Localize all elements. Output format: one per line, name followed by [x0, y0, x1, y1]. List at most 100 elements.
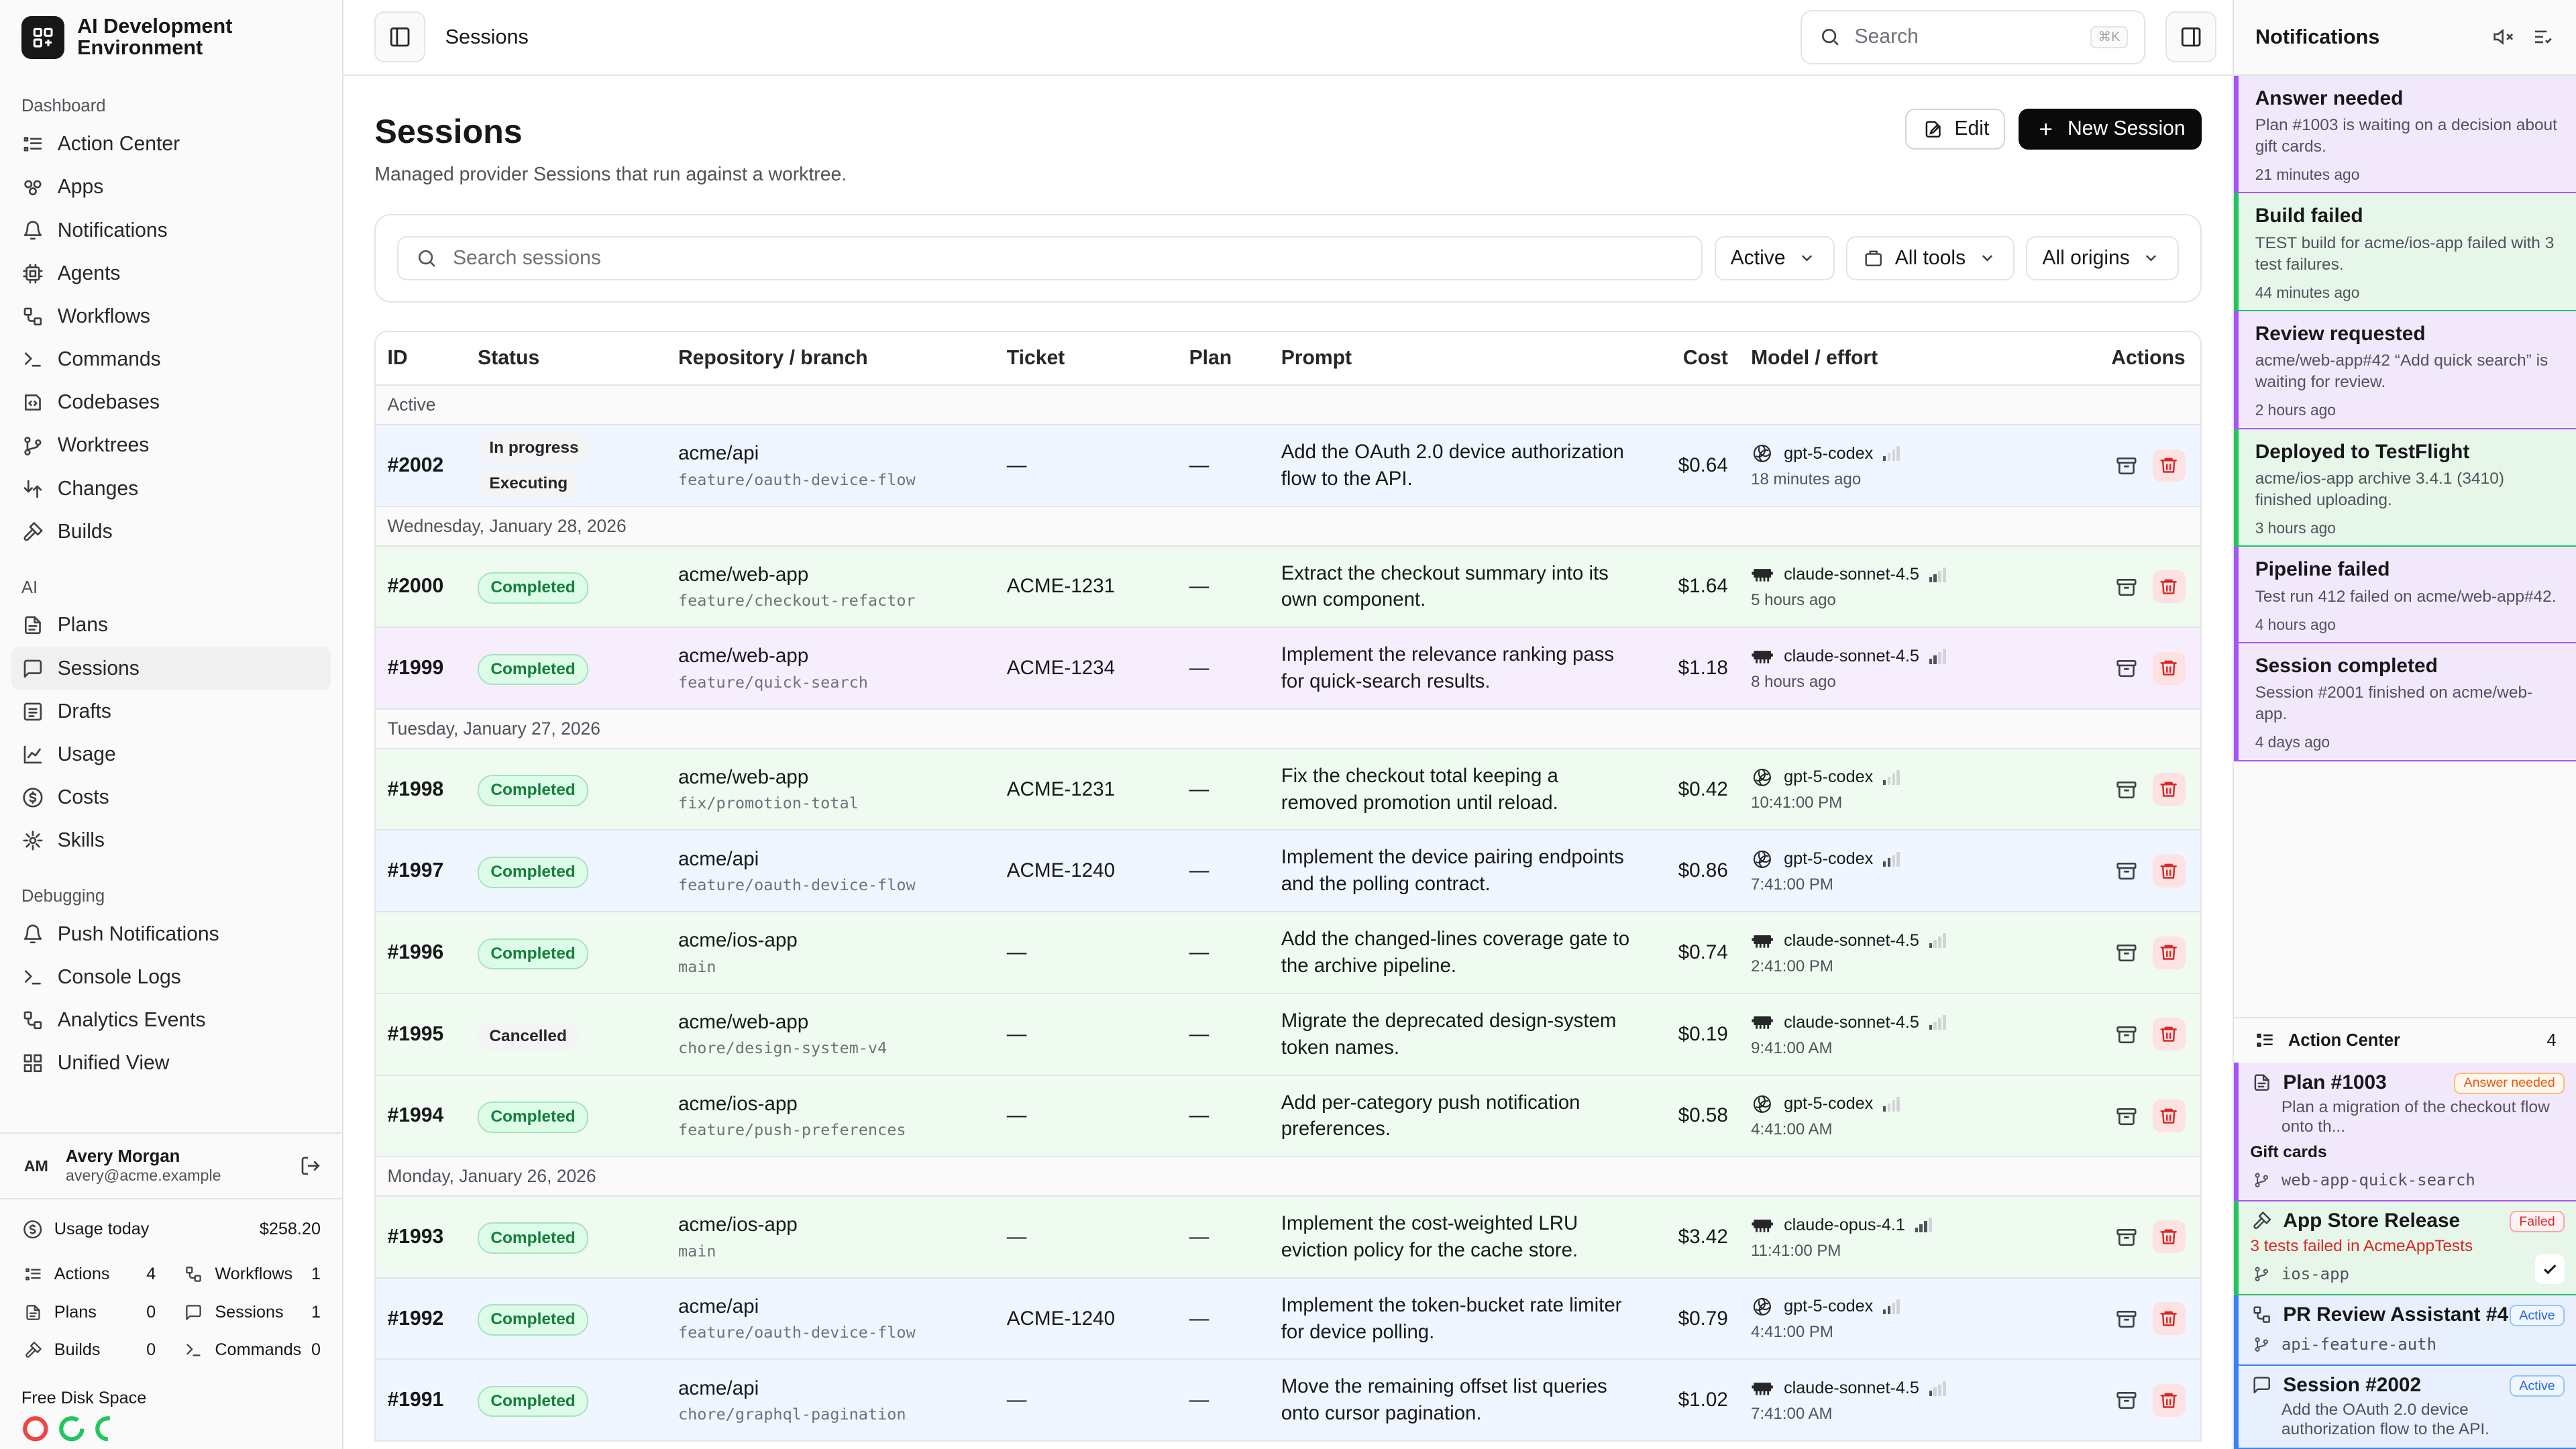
logout-icon[interactable]	[299, 1155, 322, 1177]
sidebar-item-skills[interactable]: Skills	[0, 819, 331, 862]
ticket[interactable]: ACME-1231	[996, 575, 1178, 598]
ticket[interactable]: —	[996, 454, 1178, 477]
ticket[interactable]: ACME-1240	[996, 1307, 1178, 1330]
sidebar-item-console-logs[interactable]: Console Logs	[0, 956, 331, 999]
table-row[interactable]: #1998 Completed acme/web-app fix/promotio…	[376, 749, 2200, 831]
notification-item[interactable]: Pipeline failed Test run 412 failed on ac…	[2234, 547, 2576, 643]
table-row[interactable]: #1991 Completed acme/api chore/graphql-pa…	[376, 1360, 2200, 1442]
new-session-button[interactable]: New Session	[2018, 108, 2202, 150]
col-prompt[interactable]: Prompt	[1270, 345, 1631, 372]
archive-button[interactable]	[2110, 1018, 2143, 1051]
sidebar-item-unified-view[interactable]: Unified View	[0, 1042, 331, 1085]
session-id[interactable]: #1998	[376, 778, 466, 801]
origins-filter-select[interactable]: All origins	[2026, 235, 2179, 280]
sidebar-item-changes[interactable]: Changes	[0, 468, 331, 511]
ticket[interactable]: —	[996, 1023, 1178, 1046]
search-sessions-input[interactable]: Search sessions	[397, 235, 1703, 280]
col-ticket[interactable]: Ticket	[996, 347, 1178, 370]
toggle-sidebar-button[interactable]	[374, 11, 426, 63]
archive-button[interactable]	[2110, 1384, 2143, 1417]
sidebar-item-codebases[interactable]: Codebases	[0, 381, 331, 424]
table-row[interactable]: #1996 Completed acme/ios-app main — — Add…	[376, 912, 2200, 994]
sidebar-item-sessions[interactable]: Sessions	[11, 647, 331, 690]
sidebar-item-analytics-events[interactable]: Analytics Events	[0, 999, 331, 1042]
table-row[interactable]: #1993 Completed acme/ios-app main — — Imp…	[376, 1197, 2200, 1279]
sidebar-item-worktrees[interactable]: Worktrees	[0, 424, 331, 467]
delete-button[interactable]	[2152, 854, 2186, 888]
sidebar-item-usage[interactable]: Usage	[0, 733, 331, 776]
table-row[interactable]: #1995 Cancelled acme/web-app chore/design…	[376, 994, 2200, 1076]
col-status[interactable]: Status	[466, 347, 667, 370]
sidebar-item-push-notifications[interactable]: Push Notifications	[0, 913, 331, 956]
session-id[interactable]: #2002	[376, 454, 466, 477]
action-item[interactable]: App Store Release Failed 3 tests failed in…	[2234, 1201, 2576, 1295]
archive-button[interactable]	[2110, 570, 2143, 603]
action-item[interactable]: Plan #1003 Answer needed Plan a migration …	[2234, 1063, 2576, 1201]
global-search[interactable]: Search ⌘K	[1801, 9, 2146, 64]
status-filter-select[interactable]: Active	[1714, 235, 1835, 280]
notification-item[interactable]: Review requested acme/web-app#42 “Add qui…	[2234, 311, 2576, 429]
delete-button[interactable]	[2152, 936, 2186, 969]
archive-button[interactable]	[2110, 1220, 2143, 1253]
session-id[interactable]: #1992	[376, 1307, 466, 1330]
delete-button[interactable]	[2152, 1383, 2186, 1417]
archive-button[interactable]	[2110, 1302, 2143, 1335]
delete-button[interactable]	[2152, 1018, 2186, 1051]
delete-button[interactable]	[2152, 773, 2186, 806]
archive-button[interactable]	[2110, 652, 2143, 685]
delete-button[interactable]	[2152, 1220, 2186, 1254]
toggle-notifications-button[interactable]	[2165, 11, 2216, 63]
session-id[interactable]: #2000	[376, 575, 466, 598]
delete-button[interactable]	[2152, 1099, 2186, 1132]
table-row[interactable]: #1997 Completed acme/api feature/oauth-de…	[376, 830, 2200, 913]
table-row[interactable]: #1994 Completed acme/ios-app feature/push…	[376, 1075, 2200, 1158]
delete-button[interactable]	[2152, 570, 2186, 603]
session-id[interactable]: #1999	[376, 657, 466, 680]
notification-item[interactable]: Build failed TEST build for acme/ios-app …	[2234, 193, 2576, 311]
session-id[interactable]: #1995	[376, 1023, 466, 1046]
sidebar-item-notifications[interactable]: Notifications	[0, 209, 331, 252]
archive-button[interactable]	[2110, 1099, 2143, 1132]
action-item[interactable]: PR Review Assistant #4... Active api-featu…	[2234, 1295, 2576, 1366]
ticket[interactable]: —	[996, 1389, 1178, 1411]
session-id[interactable]: #1994	[376, 1104, 466, 1127]
ticket[interactable]: —	[996, 941, 1178, 964]
tools-filter-select[interactable]: All tools	[1845, 235, 2015, 280]
col-repo[interactable]: Repository / branch	[667, 347, 996, 370]
action-item[interactable]: Session #2002 Active Add the OAuth 2.0 dev…	[2234, 1365, 2576, 1449]
table-row[interactable]: #2000 Completed acme/web-app feature/chec…	[376, 546, 2200, 629]
brand[interactable]: AI Development Environment	[0, 0, 342, 76]
table-row[interactable]: #1992 Completed acme/api feature/oauth-de…	[376, 1278, 2200, 1360]
delete-button[interactable]	[2152, 1302, 2186, 1336]
notification-item[interactable]: Session completed Session #2001 finished …	[2234, 643, 2576, 761]
session-id[interactable]: #1991	[376, 1389, 466, 1411]
notification-item[interactable]: Deployed to TestFlight acme/ios-app archi…	[2234, 429, 2576, 547]
col-model[interactable]: Model / effort	[1739, 347, 1970, 370]
archive-button[interactable]	[2110, 773, 2143, 806]
sidebar-item-drafts[interactable]: Drafts	[0, 690, 331, 733]
table-row[interactable]: #1999 Completed acme/web-app feature/quic…	[376, 628, 2200, 710]
sidebar-item-builds[interactable]: Builds	[0, 511, 331, 553]
sidebar-item-agents[interactable]: Agents	[0, 252, 331, 295]
table-row[interactable]: #2002 In progress Executing acme/api featu…	[376, 425, 2200, 507]
session-id[interactable]: #1996	[376, 941, 466, 964]
action-center-header[interactable]: Action Center 4	[2234, 1016, 2576, 1063]
ticket[interactable]: ACME-1231	[996, 778, 1178, 801]
ticket[interactable]: ACME-1234	[996, 657, 1178, 680]
archive-button[interactable]	[2110, 855, 2143, 888]
delete-button[interactable]	[2152, 449, 2186, 482]
notification-item[interactable]: Answer needed Plan #1003 is waiting on a …	[2234, 75, 2576, 194]
edit-button[interactable]: Edit	[1905, 108, 2006, 150]
sidebar-item-plans[interactable]: Plans	[0, 604, 331, 647]
sidebar-item-action-center[interactable]: Action Center	[0, 123, 331, 166]
ticket[interactable]: —	[996, 1226, 1178, 1248]
col-plan[interactable]: Plan	[1177, 347, 1269, 370]
col-cost[interactable]: Cost	[1631, 347, 1739, 370]
session-id[interactable]: #1993	[376, 1226, 466, 1248]
sidebar-item-apps[interactable]: Apps	[0, 166, 331, 209]
archive-button[interactable]	[2110, 449, 2143, 482]
sidebar-item-workflows[interactable]: Workflows	[0, 295, 331, 338]
check-icon[interactable]	[2534, 1254, 2565, 1285]
mark-all-read-icon[interactable]	[2532, 25, 2555, 48]
col-id[interactable]: ID	[376, 347, 466, 370]
